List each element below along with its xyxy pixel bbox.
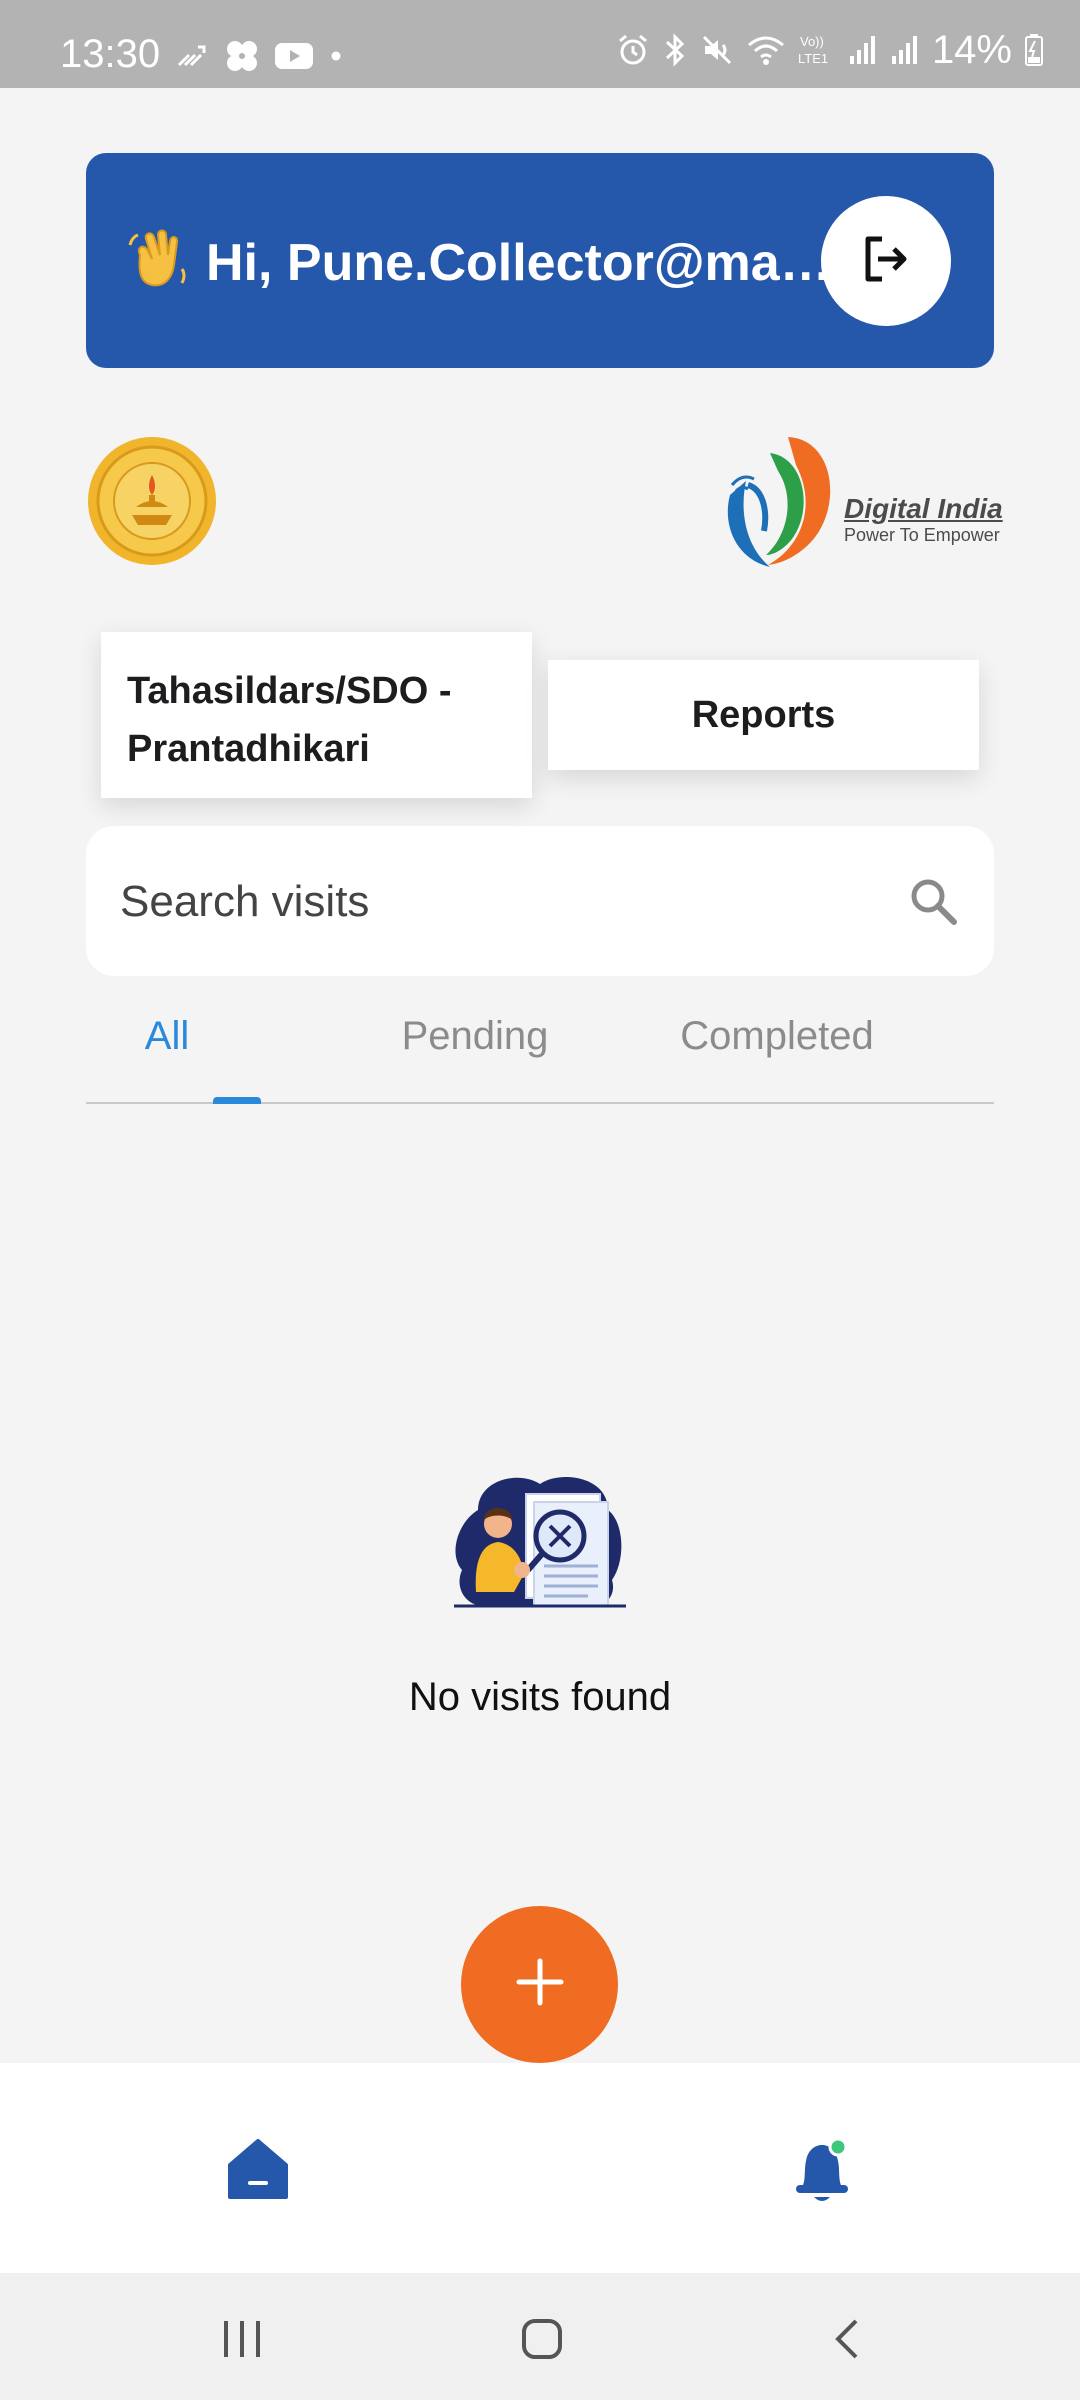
svg-text:LTE1: LTE1: [798, 51, 828, 66]
status-bar: 13:30 Vo)) LTE1 14%: [0, 0, 1080, 88]
fan-app-icon: [224, 38, 260, 74]
recents-icon[interactable]: [220, 2317, 264, 2366]
status-time: 13:30: [60, 32, 161, 76]
home-icon[interactable]: [224, 2135, 292, 2203]
battery-percent: 14%: [931, 28, 1012, 72]
youtube-icon: [274, 41, 314, 71]
waving-hand-icon: [126, 225, 192, 291]
plus-icon: [515, 1957, 565, 2012]
tab-all[interactable]: All: [17, 1014, 317, 1059]
add-visit-button[interactable]: [461, 1906, 618, 2063]
status-right-icons: Vo)) LTE1 14%: [616, 30, 1044, 70]
back-icon[interactable]: [826, 2317, 870, 2366]
digital-india-title: Digital India: [844, 493, 1003, 524]
dot-icon: [328, 48, 344, 64]
reports-card-button[interactable]: Reports: [548, 660, 979, 770]
active-tab-indicator: [213, 1097, 261, 1104]
greeting-header: Hi, Pune.Collector@ma…: [86, 153, 994, 368]
svg-text:Vo)): Vo)): [800, 34, 824, 49]
logout-icon: [858, 231, 914, 292]
home-circle-icon[interactable]: [520, 2317, 564, 2366]
search-bar: [86, 826, 994, 976]
search-input[interactable]: [118, 866, 902, 938]
tab-completed[interactable]: Completed: [627, 1014, 927, 1059]
tab-pending[interactable]: Pending: [325, 1014, 625, 1059]
signal-icon: [848, 34, 878, 66]
notification-bell-icon[interactable]: [788, 2135, 856, 2207]
visit-filter-tabs: All Pending Completed: [86, 1000, 994, 1104]
no-results-illustration: [448, 1470, 632, 1616]
bluetooth-icon: [662, 32, 688, 68]
alarm-icon: [616, 33, 650, 67]
maharashtra-emblem: [86, 435, 218, 567]
bottom-navigation: [0, 2063, 1080, 2273]
volte-icon: Vo)) LTE1: [798, 32, 836, 68]
greeting-text: Hi, Pune.Collector@ma…: [206, 235, 832, 292]
missed-call-icon: [176, 41, 210, 71]
search-icon[interactable]: [906, 874, 962, 930]
wifi-icon: [746, 33, 786, 67]
tahasildars-card-button[interactable]: Tahasildars/SDO - Prantadhikari: [101, 632, 532, 798]
signal-icon: [890, 34, 920, 66]
empty-state-message: No visits found: [408, 1675, 672, 1719]
digital-india-subtitle: Power To Empower: [844, 525, 1000, 545]
mute-icon: [700, 33, 734, 67]
status-left-icons: [176, 38, 344, 74]
reports-label: Reports: [691, 693, 836, 736]
tahasildars-label: Tahasildars/SDO - Prantadhikari: [127, 670, 452, 770]
battery-charging-icon: [1024, 33, 1044, 67]
system-navigation-bar: [0, 2273, 1080, 2400]
logout-button[interactable]: [821, 196, 951, 326]
